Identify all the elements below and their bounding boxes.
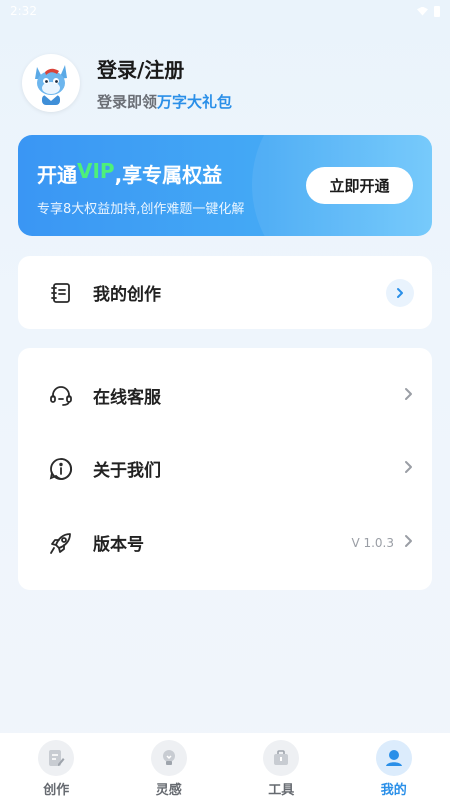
chevron-right-icon[interactable] [386, 278, 414, 307]
tab-label: 工具 [268, 783, 295, 798]
vip-description: 专享8大权益加持,创作难题一键化解 [37, 202, 245, 217]
vip-title: 开通 VIP ,享专属权益 [37, 159, 222, 188]
tab-label: 我的 [380, 783, 407, 798]
chevron-right-icon[interactable] [402, 459, 414, 479]
toolbox-icon [263, 740, 300, 776]
vip-title-prefix: 开通 [37, 163, 77, 187]
row-right [402, 459, 414, 479]
vip-title-vip: VIP [77, 159, 115, 183]
menu-item-my-creation[interactable]: 我的创作 [18, 256, 432, 329]
row-right [402, 386, 414, 406]
menu-item-label: 在线客服 [93, 388, 161, 408]
mascot-icon [35, 65, 67, 105]
login-subtitle-highlight: 万字大礼包 [157, 93, 233, 111]
notebook-icon [48, 280, 74, 306]
tab-inspiration[interactable]: 灵感 [113, 733, 226, 800]
activate-vip-button[interactable]: 立即开通 [306, 167, 413, 204]
login-subtitle-prefix: 登录即领 [97, 93, 158, 111]
avatar[interactable] [22, 54, 80, 112]
status-bar: 2:32 [0, 0, 450, 22]
info-icon [48, 456, 74, 482]
menu-item-about-us[interactable]: 关于我们 [18, 432, 432, 505]
battery-icon [434, 5, 440, 17]
row-right [386, 278, 414, 307]
user-icon [375, 740, 412, 776]
bottom-tab-bar: 创作 灵感 工具 我的 [0, 733, 450, 800]
menu-item-customer-service[interactable]: 在线客服 [18, 359, 432, 432]
creation-card: 我的创作 [18, 256, 432, 329]
login-title[interactable]: 登录/注册 [97, 54, 232, 83]
version-value: V 1.0.3 [351, 535, 394, 550]
status-icons [417, 5, 440, 17]
vip-banner[interactable]: 开通 VIP ,享专属权益 专享8大权益加持,创作难题一键化解 立即开通 [18, 135, 432, 236]
menu-item-label: 关于我们 [93, 461, 161, 481]
headset-icon [48, 383, 74, 409]
tab-label: 灵感 [155, 783, 182, 798]
tab-tools[interactable]: 工具 [225, 733, 338, 800]
chevron-right-icon[interactable] [402, 386, 414, 406]
menu-item-version[interactable]: 版本号 V 1.0.3 [18, 506, 432, 579]
chevron-right-icon[interactable] [402, 533, 414, 553]
edit-icon [38, 740, 75, 776]
tab-mine[interactable]: 我的 [338, 733, 450, 800]
lightbulb-icon [150, 740, 187, 776]
tab-create[interactable]: 创作 [0, 733, 113, 800]
rocket-icon [48, 530, 74, 556]
wifi-icon [417, 6, 428, 16]
menu-item-label: 我的创作 [93, 285, 161, 305]
profile-text: 登录/注册 登录即领万字大礼包 [97, 54, 232, 112]
menu-item-label: 版本号 [93, 535, 144, 555]
profile-header[interactable]: 登录/注册 登录即领万字大礼包 [22, 54, 232, 112]
row-right: V 1.0.3 [351, 533, 414, 553]
status-time: 2:32 [10, 4, 37, 18]
login-subtitle: 登录即领万字大礼包 [97, 91, 232, 112]
settings-card: 在线客服 关于我们 版本号 V 1.0.3 [18, 348, 432, 590]
vip-title-suffix: ,享专属权益 [114, 163, 223, 187]
tab-label: 创作 [43, 783, 70, 798]
